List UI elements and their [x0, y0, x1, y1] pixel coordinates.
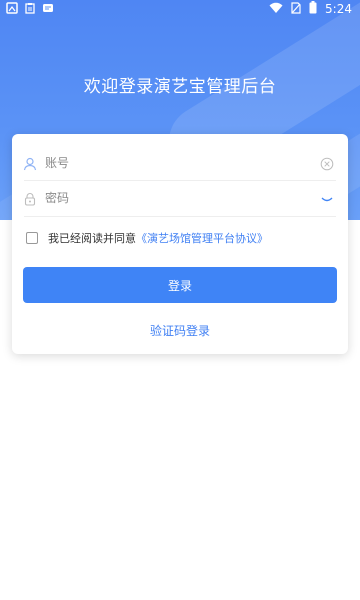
status-right-icons: 5:24 [269, 1, 360, 17]
password-field [12, 181, 348, 215]
toggle-visibility-icon[interactable] [320, 191, 334, 205]
user-icon [23, 156, 37, 171]
agreement-checkbox[interactable] [26, 232, 38, 244]
status-bar: 5:24 [0, 0, 360, 18]
password-input[interactable] [43, 190, 297, 206]
clipboard-icon [24, 2, 36, 17]
agreement-link[interactable]: 《演艺场馆管理平台协议》 [136, 230, 268, 246]
wifi-icon [269, 2, 283, 17]
image-icon [6, 1, 18, 17]
no-sim-icon [291, 1, 301, 17]
message-icon [42, 2, 54, 17]
agreement-row: 我已经阅读并同意 《演艺场馆管理平台协议》 [26, 230, 268, 246]
clear-icon[interactable] [320, 156, 334, 171]
agreement-text: 我已经阅读并同意 [48, 232, 136, 245]
lock-icon [23, 191, 37, 206]
status-left-icons [0, 1, 54, 17]
status-time: 5:24 [325, 2, 352, 16]
login-card: 我已经阅读并同意 《演艺场馆管理平台协议》 登录 验证码登录 [12, 134, 348, 354]
sms-login-link[interactable]: 验证码登录 [12, 322, 348, 339]
account-field [12, 146, 348, 180]
account-input[interactable] [43, 155, 297, 171]
divider [24, 216, 336, 217]
battery-icon [309, 1, 317, 17]
page-title: 欢迎登录演艺宝管理后台 [83, 77, 277, 97]
login-button[interactable]: 登录 [23, 267, 337, 303]
